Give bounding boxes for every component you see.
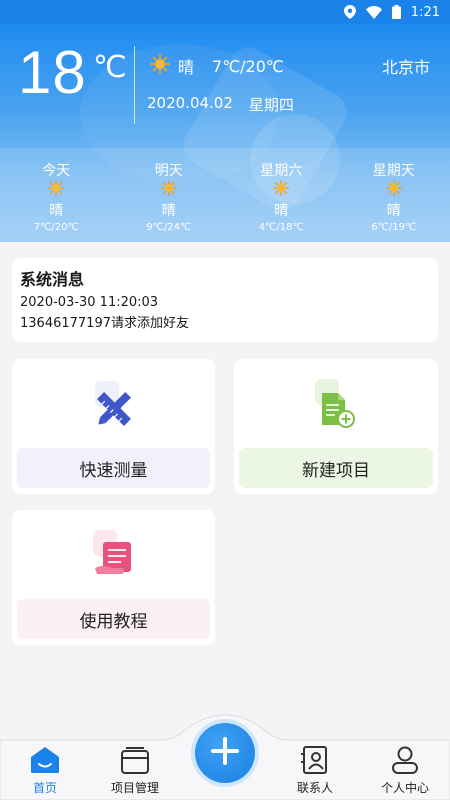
status-time: 1:21	[410, 4, 440, 20]
profile-icon	[390, 745, 420, 775]
system-message-card[interactable]: 系统消息 2020-03-30 11:20:03 13646177197请求添加…	[12, 258, 438, 342]
forecast-range: 7℃/20℃	[33, 222, 79, 233]
forecast-condition: 晴	[49, 203, 64, 219]
current-temperature: 18	[18, 39, 87, 106]
sun-icon	[48, 180, 65, 198]
nav-label: 项目管理	[110, 781, 159, 795]
plus-icon	[210, 736, 240, 770]
new-document-icon	[311, 377, 361, 433]
forecast-day: 星期六	[260, 163, 303, 179]
message-time: 2020-03-30 11:20:03	[20, 295, 159, 310]
forecast-day: 今天	[42, 163, 71, 179]
current-condition: 晴	[178, 58, 195, 77]
nav-label: 个人中心	[380, 781, 429, 795]
message-text: 13646177197请求添加好友	[20, 316, 189, 331]
forecast-range: 4℃/18℃	[258, 222, 304, 233]
sun-icon	[150, 54, 170, 78]
project-icon	[120, 745, 150, 775]
home-icon	[30, 745, 60, 775]
new-project-card[interactable]: 新建项目	[234, 359, 438, 494]
forecast-day: 明天	[154, 163, 183, 179]
forecast-item: 今天 晴 7℃/20℃	[0, 148, 113, 242]
quick-measure-label: 快速测量	[17, 448, 210, 488]
wifi-icon	[365, 5, 382, 19]
nav-label: 首页	[32, 781, 57, 795]
quick-measure-card[interactable]: 快速测量	[12, 359, 215, 494]
forecast-condition: 晴	[161, 203, 176, 219]
status-bar: 1:21	[0, 0, 450, 24]
current-weekday: 星期四	[248, 96, 294, 114]
forecast-range: 6℃/19℃	[371, 222, 417, 233]
current-range: 7℃/20℃	[212, 56, 284, 76]
sun-icon	[273, 180, 290, 198]
city-name[interactable]: 北京市	[382, 54, 430, 78]
message-title: 系统消息	[20, 270, 85, 289]
ruler-pencil-icon	[89, 377, 139, 433]
divider	[134, 46, 135, 124]
nav-label: 联系人	[296, 781, 333, 795]
forecast-day: 星期天	[372, 163, 415, 179]
nav-profile[interactable]: 个人中心	[360, 740, 450, 800]
temperature-unit: ℃	[93, 51, 127, 84]
forecast-range: 9℃/24℃	[146, 222, 192, 233]
sun-icon	[160, 180, 177, 198]
nav-projects[interactable]: 项目管理	[90, 740, 180, 800]
tutorial-label: 使用教程	[17, 599, 210, 639]
forecast-item: 星期六 晴 4℃/18℃	[225, 148, 338, 242]
current-date: 2020.04.02	[147, 94, 233, 112]
tutorial-card[interactable]: 使用教程	[12, 510, 215, 645]
weather-panel: 18 ℃ 晴 7℃/20℃ 2020.04.02 星期四 北京市 今天 晴 7℃…	[0, 24, 450, 242]
forecast-item: 星期天 晴 6℃/19℃	[338, 148, 450, 242]
date-row: 2020.04.02 星期四	[147, 94, 294, 115]
forecast-condition: 晴	[386, 203, 401, 219]
location-icon	[343, 5, 356, 19]
new-project-label: 新建项目	[239, 448, 433, 488]
nav-contacts[interactable]: 联系人	[270, 740, 360, 800]
sun-icon	[385, 180, 402, 198]
forecast-row: 今天 晴 7℃/20℃ 明天 晴 9℃/24℃ 星期六 晴 4℃/18℃ 星期天	[0, 148, 450, 242]
tutorial-icon	[89, 528, 139, 584]
contacts-icon	[300, 745, 330, 775]
forecast-item: 明天 晴 9℃/24℃	[113, 148, 226, 242]
nav-home[interactable]: 首页	[0, 740, 90, 800]
add-button[interactable]	[195, 723, 255, 783]
forecast-condition: 晴	[274, 203, 289, 219]
current-condition-row: 晴 7℃/20℃	[150, 54, 284, 78]
battery-icon	[391, 5, 401, 19]
